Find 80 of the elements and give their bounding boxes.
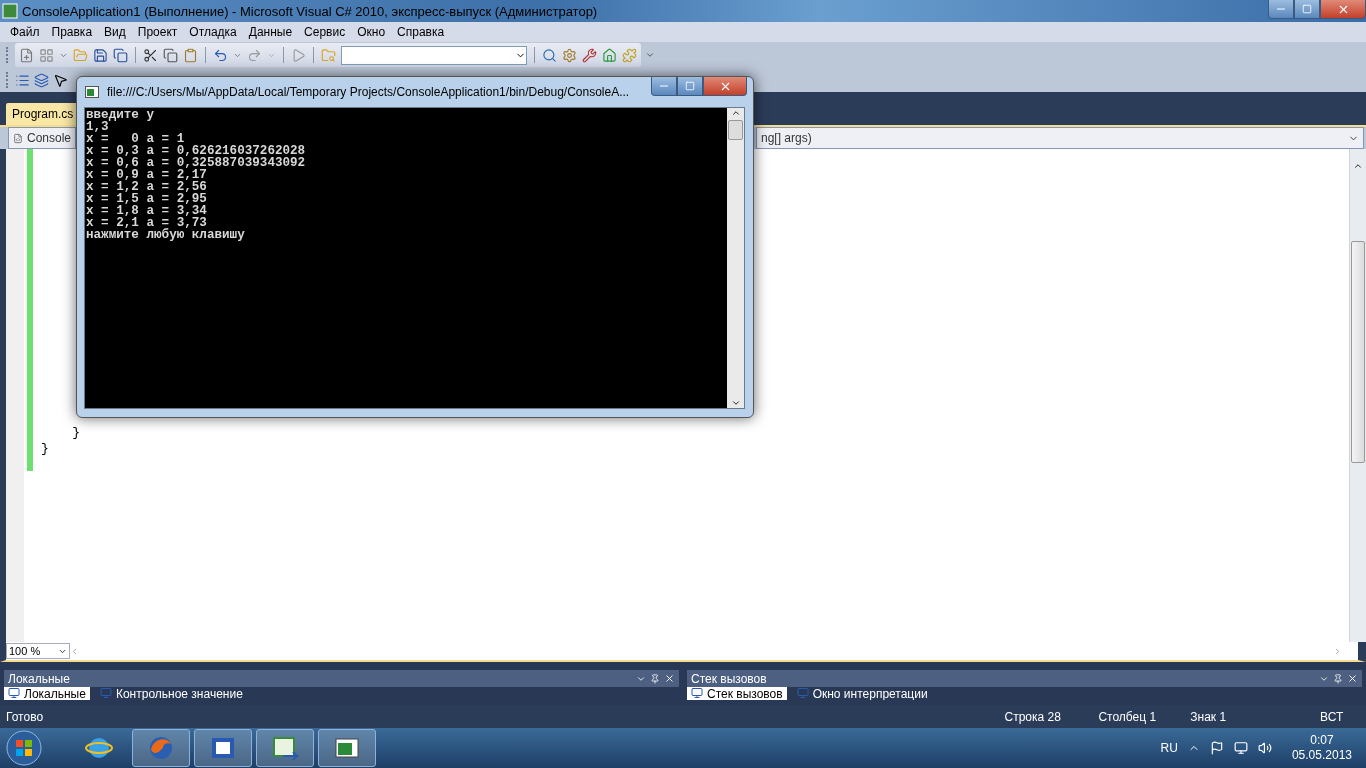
menu-item[interactable]: Правка xyxy=(45,25,99,39)
pointer-icon[interactable] xyxy=(53,72,68,88)
start-icon[interactable] xyxy=(291,47,306,63)
code-line: } xyxy=(71,425,80,441)
status-field: Знак 1 xyxy=(1190,709,1321,724)
zoom-dropdown[interactable]: 100 % xyxy=(6,643,70,659)
status-message: Готово xyxy=(6,709,45,724)
menu-item[interactable]: Проект xyxy=(131,25,184,39)
menu-item[interactable]: Справка xyxy=(391,25,451,39)
code-app-icon xyxy=(271,734,299,762)
minimize-button[interactable] xyxy=(1268,0,1294,19)
save-icon[interactable] xyxy=(93,47,108,63)
restore-button[interactable] xyxy=(1294,0,1320,19)
scroll-left-icon[interactable] xyxy=(70,646,79,656)
class-icon xyxy=(13,131,23,145)
scroll-thumb[interactable] xyxy=(728,120,743,140)
panel-tab[interactable]: Локальные xyxy=(4,687,90,700)
maximize-icon xyxy=(685,81,695,91)
scroll-up-icon[interactable] xyxy=(1353,161,1363,171)
taskbar-button[interactable] xyxy=(318,729,376,767)
menu-item[interactable]: Отладка xyxy=(183,25,243,39)
panel-tab[interactable]: Стек вызовов xyxy=(687,687,787,700)
close-icon[interactable] xyxy=(1347,673,1358,684)
scroll-thumb[interactable] xyxy=(1351,241,1365,463)
status-field: Строка 28 xyxy=(1004,709,1099,724)
menu-item[interactable]: Вид xyxy=(98,25,132,39)
panel-title: Стек вызовов xyxy=(691,671,767,686)
console-icon xyxy=(85,85,99,98)
status-field: ВСТ xyxy=(1320,709,1360,724)
vertical-scrollbar[interactable] xyxy=(1349,149,1366,642)
toolbar-options-icon[interactable] xyxy=(645,50,655,60)
taskbar-button[interactable] xyxy=(132,729,190,767)
scroll-up-icon[interactable] xyxy=(730,108,741,118)
menu-item[interactable]: Окно xyxy=(351,25,392,39)
new-file-icon[interactable] xyxy=(19,47,34,63)
scroll-right-icon[interactable] xyxy=(1333,646,1342,656)
clock[interactable]: 0:07 05.05.2013 xyxy=(1291,733,1352,763)
list-icon[interactable] xyxy=(15,72,30,88)
status-field: Столбец 1 xyxy=(1098,709,1191,724)
close-icon[interactable] xyxy=(664,673,675,684)
restore-icon xyxy=(1302,4,1312,14)
pin-icon[interactable] xyxy=(650,673,660,684)
window-title: ConsoleApplication1 (Выполнение) - Microsoft Visual C# 2010, экспресс-выпуск (Администратор) xyxy=(22,3,598,19)
close-button[interactable] xyxy=(703,77,747,96)
taskbar-button[interactable] xyxy=(194,729,252,767)
menu-item[interactable]: Файл xyxy=(4,25,46,39)
panel-title: Локальные xyxy=(8,671,70,686)
maximize-button[interactable] xyxy=(677,77,703,96)
panel-tab[interactable]: Окно интерпретации xyxy=(792,687,932,700)
window-icon xyxy=(99,687,112,699)
taskbar-button[interactable] xyxy=(256,729,314,767)
volume-icon[interactable] xyxy=(1257,741,1272,755)
redo-icon[interactable] xyxy=(247,47,262,63)
menu-item[interactable]: Сервис xyxy=(298,25,352,39)
window-icon xyxy=(796,687,809,699)
find-combo[interactable] xyxy=(341,45,527,65)
fox-globe-icon xyxy=(147,734,175,762)
language-indicator[interactable]: RU xyxy=(1160,741,1178,755)
undo-icon[interactable] xyxy=(213,47,228,63)
console-title: file:///C:/Users/Мы/AppData/Local/Temporary Projects/ConsoleApplication1/bin/Debug/ConsoleA... xyxy=(107,84,630,99)
start-orb-icon[interactable] xyxy=(6,730,42,766)
cut-icon[interactable] xyxy=(143,47,158,63)
type-dropdown[interactable]: Console xyxy=(8,127,76,149)
pin-icon[interactable] xyxy=(1333,673,1343,684)
window-icon xyxy=(691,687,703,699)
member-dropdown[interactable]: ng[] args) xyxy=(756,127,1364,149)
layers-icon[interactable] xyxy=(34,72,49,88)
menu-item[interactable]: Данные xyxy=(242,25,299,39)
console-scrollbar[interactable] xyxy=(727,108,744,408)
app-icon xyxy=(2,3,18,19)
minimize-button[interactable] xyxy=(651,77,677,96)
window-icon xyxy=(8,687,20,699)
close-button[interactable] xyxy=(1320,0,1366,19)
console-output: введите y 1,3 x = 0 a = 1 x = 0,3 a = 0,626216037262028 x = 0,6 a = 0,325887039343092 x = 0,9 a = 2,17 x = 1,2 a = 2,56 x = 1,5 a = 2,95 x = 1,8 a = 3,34 x = 2,1 a = 3,73 нажмите любую клавишу xyxy=(85,108,307,244)
paste-icon[interactable] xyxy=(183,47,198,63)
code-line: } xyxy=(41,441,49,457)
scroll-down-icon[interactable] xyxy=(730,398,741,408)
copy-icon[interactable] xyxy=(163,47,178,63)
flag-icon[interactable] xyxy=(1209,741,1224,755)
panel-tab[interactable]: Контрольное значение xyxy=(95,687,247,700)
